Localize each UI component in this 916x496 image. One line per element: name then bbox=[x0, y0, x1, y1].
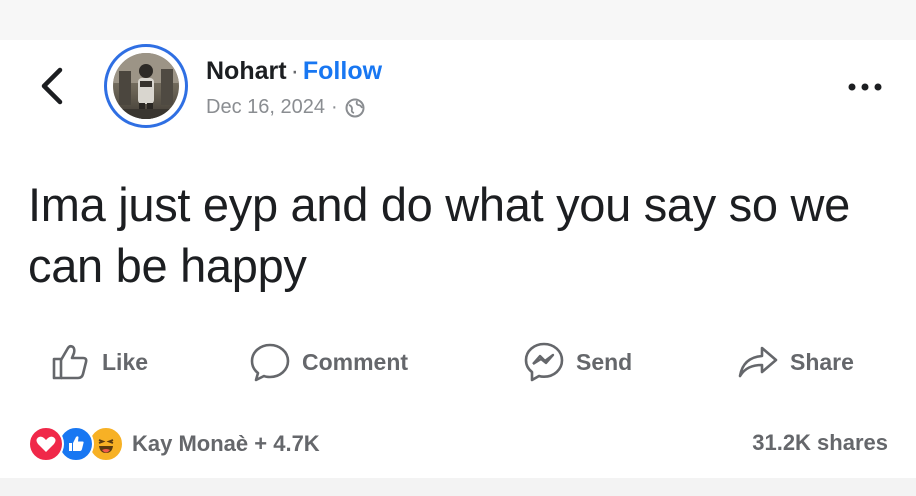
follow-button[interactable]: Follow bbox=[303, 57, 382, 85]
author-line: Nohart · Follow bbox=[206, 57, 382, 86]
share-button[interactable]: Share bbox=[736, 334, 854, 390]
chevron-left-icon bbox=[41, 67, 63, 105]
love-reaction-icon bbox=[28, 426, 64, 462]
send-label: Send bbox=[576, 348, 633, 375]
more-options-button[interactable] bbox=[840, 72, 890, 102]
top-background bbox=[0, 0, 916, 40]
like-label: Like bbox=[102, 348, 149, 375]
avatar-photo bbox=[113, 53, 179, 119]
shares-count[interactable]: 31.2K shares bbox=[752, 430, 888, 456]
share-label: Share bbox=[790, 348, 854, 375]
comment-bubble-icon bbox=[250, 343, 290, 382]
author-separator: · bbox=[290, 57, 299, 85]
post-meta: Dec 16, 2024 · bbox=[206, 96, 366, 119]
comment-label: Comment bbox=[302, 348, 409, 375]
comment-button[interactable]: Comment bbox=[248, 334, 408, 390]
thumbs-up-icon bbox=[52, 344, 88, 380]
author-avatar[interactable] bbox=[104, 44, 188, 128]
more-dots-icon bbox=[848, 83, 882, 91]
like-button[interactable]: Like bbox=[48, 334, 148, 390]
action-bar: Like Comment Send Share bbox=[0, 334, 916, 390]
post-text: Ima just eyp and do what you say so we c… bbox=[28, 178, 851, 292]
globe-icon bbox=[345, 98, 365, 117]
bottom-background bbox=[0, 478, 916, 496]
send-button[interactable]: Send bbox=[522, 334, 632, 390]
reaction-summary-text: Kay Monaè + 4.7K bbox=[132, 431, 320, 456]
messenger-icon bbox=[524, 342, 564, 382]
share-arrow-icon bbox=[738, 346, 778, 378]
meta-separator: · bbox=[330, 96, 338, 118]
author-name[interactable]: Nohart bbox=[206, 57, 287, 85]
post-date[interactable]: Dec 16, 2024 bbox=[206, 96, 325, 119]
back-button[interactable] bbox=[30, 60, 76, 112]
reactions-summary[interactable]: Kay Monaè + 4.7K bbox=[28, 424, 320, 464]
